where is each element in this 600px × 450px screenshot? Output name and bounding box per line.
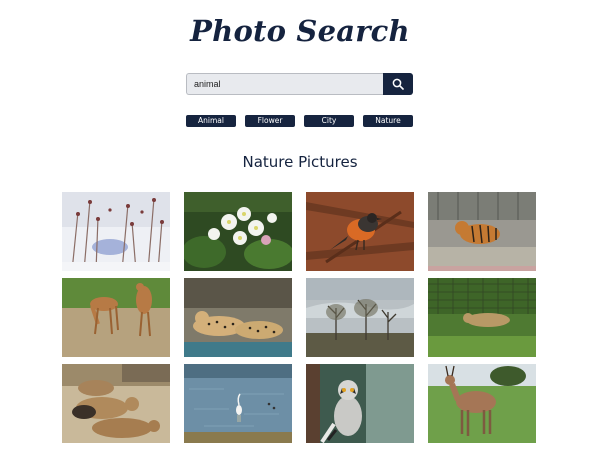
photo-search-page: Photo Search Animal Flower City Nature N… xyxy=(0,0,600,450)
antelope-image xyxy=(428,364,536,443)
snowy-branches-image xyxy=(62,192,170,271)
robin-bird-image xyxy=(306,192,414,271)
cheetah-grass-photo[interactable] xyxy=(428,278,536,357)
search-icon xyxy=(392,78,404,90)
deer-grazing-image xyxy=(62,278,170,357)
filter-flower-button[interactable]: Flower xyxy=(245,115,295,127)
white-flowers-photo[interactable] xyxy=(184,192,292,271)
app-title: Photo Search xyxy=(190,14,410,48)
tiger-image xyxy=(428,192,536,271)
cheetahs-resting-photo[interactable] xyxy=(184,278,292,357)
heron-water-image xyxy=(184,364,292,443)
antelope-photo[interactable] xyxy=(428,364,536,443)
filter-animal-button[interactable]: Animal xyxy=(186,115,236,127)
filter-nature-button[interactable]: Nature xyxy=(363,115,413,127)
lemur-image xyxy=(306,364,414,443)
gallery-heading: Nature Pictures xyxy=(242,153,358,171)
heron-water-photo[interactable] xyxy=(184,364,292,443)
cheetah-grass-image xyxy=(428,278,536,357)
snowy-branches-photo[interactable] xyxy=(62,192,170,271)
cheetahs-resting-image xyxy=(184,278,292,357)
robin-bird-photo[interactable] xyxy=(306,192,414,271)
white-flowers-image xyxy=(184,192,292,271)
tiger-photo[interactable] xyxy=(428,192,536,271)
lemur-photo[interactable] xyxy=(306,364,414,443)
filter-city-button[interactable]: City xyxy=(304,115,354,127)
search-input[interactable] xyxy=(186,73,383,95)
search-bar xyxy=(186,73,413,95)
search-button[interactable] xyxy=(383,73,413,95)
misty-trees-image xyxy=(306,278,414,357)
misty-trees-photo[interactable] xyxy=(306,278,414,357)
maras-image xyxy=(62,364,170,443)
deer-grazing-photo[interactable] xyxy=(62,278,170,357)
maras-photo[interactable] xyxy=(62,364,170,443)
